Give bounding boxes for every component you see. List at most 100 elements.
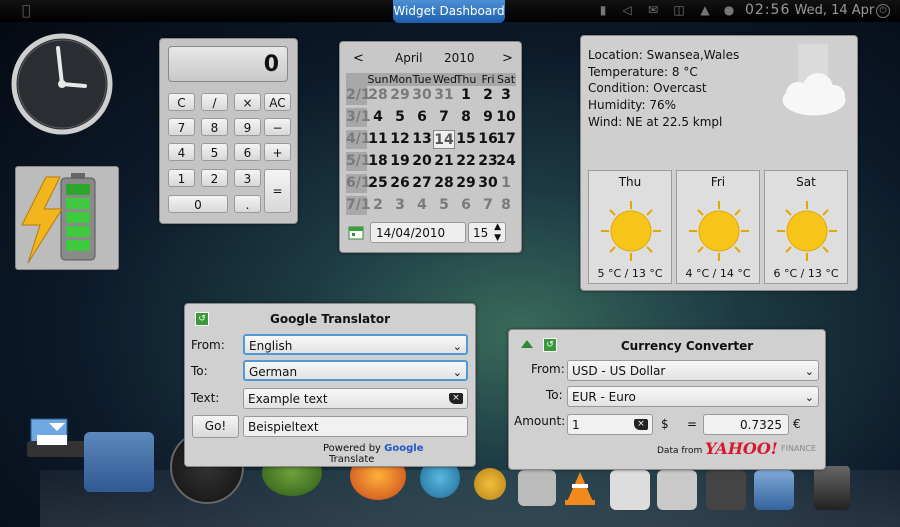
calc-key-equals[interactable]: = <box>264 169 291 213</box>
calendar-day[interactable]: 22 <box>455 152 477 171</box>
calendar-day[interactable]: 24 <box>495 152 517 171</box>
amount-input[interactable]: 1 × <box>567 414 653 435</box>
calc-key-minus[interactable]: − <box>264 118 291 136</box>
widget-dashboard-tab[interactable]: Widget Dashboard <box>393 0 505 23</box>
calendar-day[interactable]: 13 <box>411 130 433 149</box>
calendar-day-selected[interactable]: 14 <box>433 130 455 149</box>
calendar-day[interactable]: 5 <box>433 196 455 215</box>
calc-key-all-clear[interactable]: AC <box>264 93 291 111</box>
calendar-day[interactable]: 3 <box>389 196 411 215</box>
clear-amount-icon[interactable]: × <box>634 419 648 430</box>
calendar-day[interactable]: 12 <box>389 130 411 149</box>
calc-key-9[interactable]: 9 <box>234 118 261 136</box>
calendar-day[interactable]: 7 <box>433 108 455 127</box>
collapse-arrow-icon[interactable] <box>521 340 533 348</box>
calendar-today-icon[interactable] <box>348 224 364 240</box>
battery-tray-icon[interactable]: ▮ <box>596 3 610 17</box>
calendar-day[interactable]: 29 <box>455 174 477 193</box>
spin-arrows-icon[interactable]: ▲ ▼ <box>494 222 501 244</box>
day-spin-value: 15 <box>473 226 489 240</box>
go-button[interactable]: Go! <box>192 415 239 438</box>
calendar-day[interactable]: 26 <box>389 174 411 193</box>
user-icon[interactable]: ● <box>722 3 736 17</box>
calc-key-4[interactable]: 4 <box>168 143 195 161</box>
calendar-day[interactable]: 6 <box>411 108 433 127</box>
from-currency-select[interactable]: USD - US Dollar ⌄ <box>567 360 819 381</box>
app-dock-icon[interactable] <box>754 470 794 510</box>
bird-dock-icon[interactable] <box>474 468 506 500</box>
clear-text-icon[interactable]: × <box>449 393 463 404</box>
calendar-day[interactable]: 4 <box>367 108 389 127</box>
calc-key-8[interactable]: 8 <box>201 118 228 136</box>
calendar-day[interactable]: 8 <box>455 108 477 127</box>
calendar-day[interactable]: 29 <box>389 86 411 105</box>
year-label[interactable]: 2010 <box>444 51 475 65</box>
calendar-day[interactable]: 6 <box>455 196 477 215</box>
weather-humidity: Humidity: 76% <box>588 98 677 112</box>
calc-key-5[interactable]: 5 <box>201 143 228 161</box>
mail-icon[interactable]: ✉ <box>646 3 660 17</box>
calendar-day[interactable]: 25 <box>367 174 389 193</box>
calc-key-2[interactable]: 2 <box>201 169 228 187</box>
to-currency-select[interactable]: EUR - Euro ⌄ <box>567 386 819 407</box>
calc-key-3[interactable]: 3 <box>234 169 261 187</box>
text-input[interactable]: Example text × <box>243 388 468 409</box>
forecast-day-name: Thu <box>618 175 642 189</box>
calendar-day[interactable]: 27 <box>411 174 433 193</box>
from-language-select[interactable]: English ⌄ <box>243 334 468 355</box>
calendar-day[interactable]: 31 <box>433 86 455 105</box>
calendar-day[interactable]: 17 <box>495 130 517 149</box>
calendar-day[interactable]: 30 <box>411 86 433 105</box>
power-icon[interactable]: ⏻ <box>876 4 890 18</box>
calc-key-0[interactable]: 0 <box>168 195 228 213</box>
finder-dock-icon[interactable] <box>84 432 154 492</box>
calendar-day[interactable]: 8 <box>495 196 517 215</box>
calc-key-1[interactable]: 1 <box>168 169 195 187</box>
clock-time: 02:56 <box>745 2 791 18</box>
apple-menu-icon[interactable]:  <box>22 3 36 19</box>
to-language-select[interactable]: German ⌄ <box>243 360 468 381</box>
day-spinbox[interactable]: 15 ▲ ▼ <box>468 222 506 243</box>
calendar-day[interactable]: 21 <box>433 152 455 171</box>
calc-key-decimal[interactable]: . <box>234 195 261 213</box>
calendar-day[interactable]: 1 <box>495 174 517 193</box>
day-header: Wed <box>433 73 457 86</box>
calc-key-clear[interactable]: C <box>168 93 195 111</box>
calendar-day[interactable]: 28 <box>433 174 455 193</box>
app-dock-icon[interactable] <box>518 470 556 506</box>
calendar-day[interactable]: 1 <box>455 86 477 105</box>
network-icon[interactable]: ◫ <box>672 3 686 17</box>
calendar-day[interactable]: 10 <box>495 108 517 127</box>
calendar-day[interactable]: 18 <box>367 152 389 171</box>
calc-key-plus[interactable]: + <box>264 143 291 161</box>
calc-key-6[interactable]: 6 <box>234 143 261 161</box>
app-dock-icon[interactable] <box>706 470 746 510</box>
week-number: 7/1 <box>346 196 371 215</box>
trash-dock-icon[interactable] <box>814 466 850 510</box>
app-dock-icon[interactable] <box>657 470 697 510</box>
app-dock-icon[interactable] <box>610 470 650 510</box>
forecast-temps: 6 °C / 13 °C <box>773 267 839 280</box>
calc-key-multiply[interactable]: × <box>234 93 261 111</box>
date-field[interactable]: 14/04/2010 <box>370 222 466 243</box>
volume-icon[interactable]: ◁ <box>620 3 634 17</box>
menubar-clock[interactable]: 02:56 Wed, 14 Apr <box>745 2 874 18</box>
calc-key-divide[interactable]: / <box>201 93 228 111</box>
calendar-day[interactable]: 20 <box>411 152 433 171</box>
calendar-day[interactable]: 5 <box>389 108 411 127</box>
calendar-day[interactable]: 15 <box>455 130 477 149</box>
calendar-day[interactable]: 2 <box>367 196 389 215</box>
next-month-button[interactable]: > <box>502 51 513 66</box>
month-label[interactable]: April <box>395 51 422 65</box>
calendar-day[interactable]: 3 <box>495 86 517 105</box>
calendar-day[interactable]: 28 <box>367 86 389 105</box>
vlc-dock-icon[interactable] <box>563 470 597 506</box>
prev-month-button[interactable]: < <box>353 51 364 66</box>
calendar-day[interactable]: 19 <box>389 152 411 171</box>
calendar-day[interactable]: 11 <box>367 130 389 149</box>
calendar-day[interactable]: 4 <box>411 196 433 215</box>
printer-icon[interactable] <box>25 415 91 463</box>
calc-key-7[interactable]: 7 <box>168 118 195 136</box>
amount-value: 1 <box>572 418 580 432</box>
update-icon[interactable]: ▲ <box>698 3 712 17</box>
